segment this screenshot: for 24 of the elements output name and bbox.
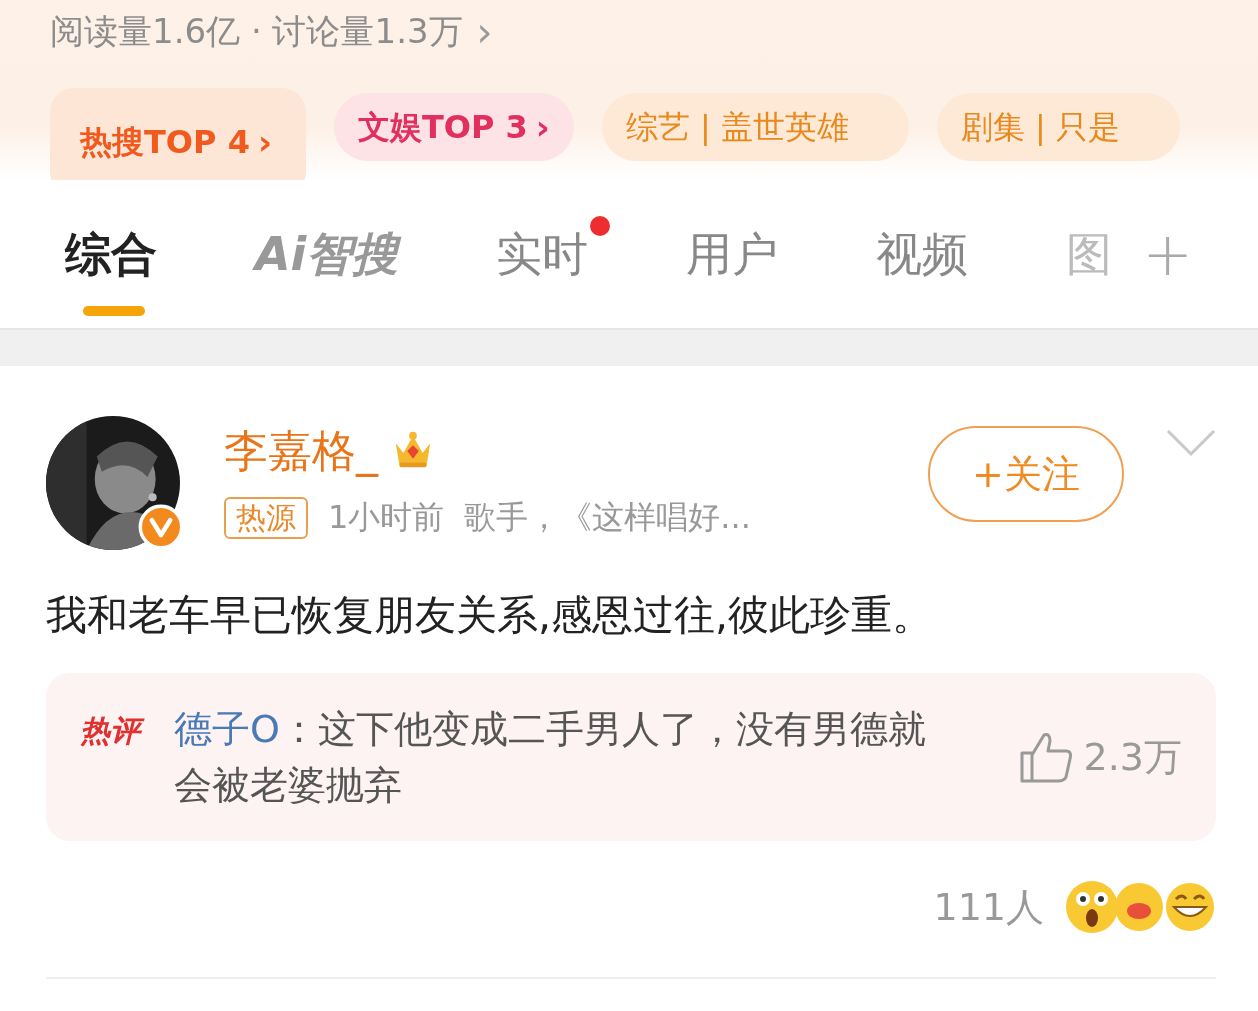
tab[interactable]: 实时 — [496, 224, 589, 284]
author-bio: 歌手，《这样唱好... — [464, 497, 751, 538]
hot-comment-label: 热评 — [76, 709, 148, 753]
tab[interactable]: 综合 — [65, 224, 157, 284]
like-count: 2.3万 — [1083, 733, 1182, 781]
post-time: 1小时前 — [328, 497, 445, 538]
topic-chip[interactable]: 剧集 | 只是 — [936, 93, 1181, 161]
topic-chip[interactable]: 热搜TOP 4 › — [50, 88, 306, 180]
reaction-count: 111人 — [933, 883, 1044, 931]
source-tag: 热源 — [224, 497, 308, 539]
tab[interactable]: 图 — [1066, 224, 1113, 284]
post-text: 我和老车早已恢复朋友关系,感恩过往,彼此珍重。 — [46, 590, 935, 641]
tab[interactable]: 视频 — [876, 224, 969, 284]
author-name[interactable]: 李嘉格_ — [224, 421, 378, 481]
add-icon[interactable]: + — [1142, 219, 1193, 289]
topic-chip[interactable]: 综艺 | 盖世英雄 — [601, 93, 909, 161]
chevron-icon[interactable]: › — [476, 9, 493, 55]
comment-text: 德子O：这下他变成二手男人了，没有男德就会被老婆抛弃 — [174, 706, 927, 809]
topic-stats: 阅读量1.6亿 · 讨论量1.3万 — [50, 10, 463, 53]
tab[interactable]: 用户 — [686, 224, 779, 284]
tab-indicator — [83, 306, 145, 316]
follow-button[interactable]: +关注 — [928, 426, 1124, 522]
chevron-down-icon[interactable] — [1166, 428, 1216, 458]
topic-chip[interactable]: 文娱TOP 3 › — [333, 93, 574, 161]
